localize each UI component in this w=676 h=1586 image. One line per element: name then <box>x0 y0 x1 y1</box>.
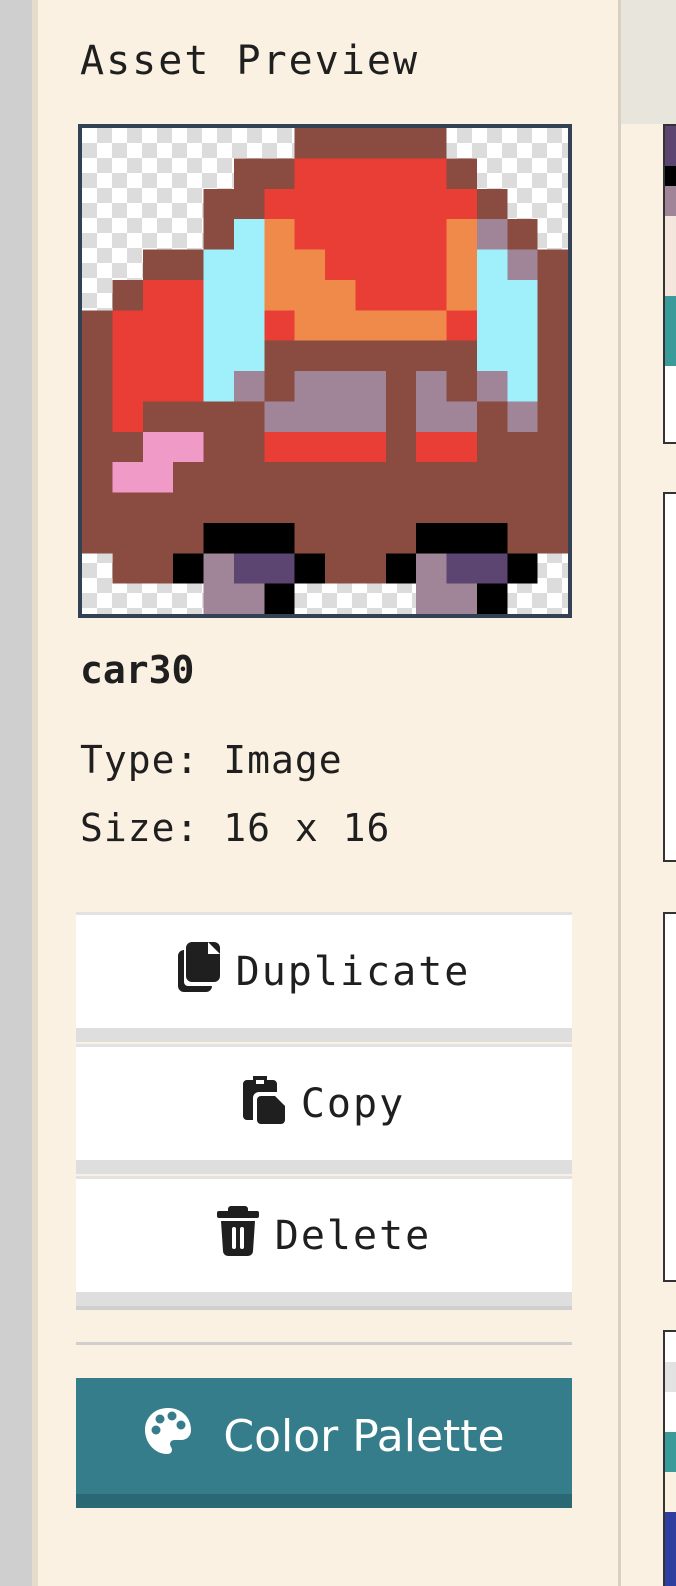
duplicate-button[interactable]: Duplicate <box>76 912 572 1042</box>
asset-card[interactable] <box>663 492 676 862</box>
color-palette-button[interactable]: Color Palette <box>76 1378 572 1508</box>
delete-button[interactable]: Delete <box>76 1176 572 1310</box>
duplicate-label: Duplicate <box>235 948 471 995</box>
clipboard-icon <box>242 1074 285 1134</box>
asset-preview-image <box>78 124 572 618</box>
asset-name: car30 <box>80 648 195 692</box>
left-scroll-strip <box>0 0 38 1586</box>
asset-list-header <box>621 0 676 124</box>
trash-icon <box>216 1205 259 1266</box>
color-palette-label: Color Palette <box>223 1410 505 1462</box>
asset-type: Type: Image <box>80 738 343 782</box>
panel-title: Asset Preview <box>80 38 420 84</box>
asset-preview-panel: Asset Preview car30 Type: Image Size: 16… <box>38 0 618 1586</box>
asset-list-strip <box>618 0 676 1586</box>
asset-card[interactable] <box>663 912 676 1282</box>
copy-button[interactable]: Copy <box>76 1044 572 1174</box>
duplicate-icon <box>177 941 220 1002</box>
asset-card[interactable] <box>663 124 676 444</box>
copy-label: Copy <box>300 1080 406 1127</box>
asset-size: Size: 16 x 16 <box>80 806 391 850</box>
delete-label: Delete <box>274 1212 432 1259</box>
asset-card[interactable] <box>663 1330 676 1586</box>
palette-icon <box>143 1406 193 1467</box>
section-divider <box>76 1342 572 1345</box>
car-sprite <box>82 128 568 614</box>
